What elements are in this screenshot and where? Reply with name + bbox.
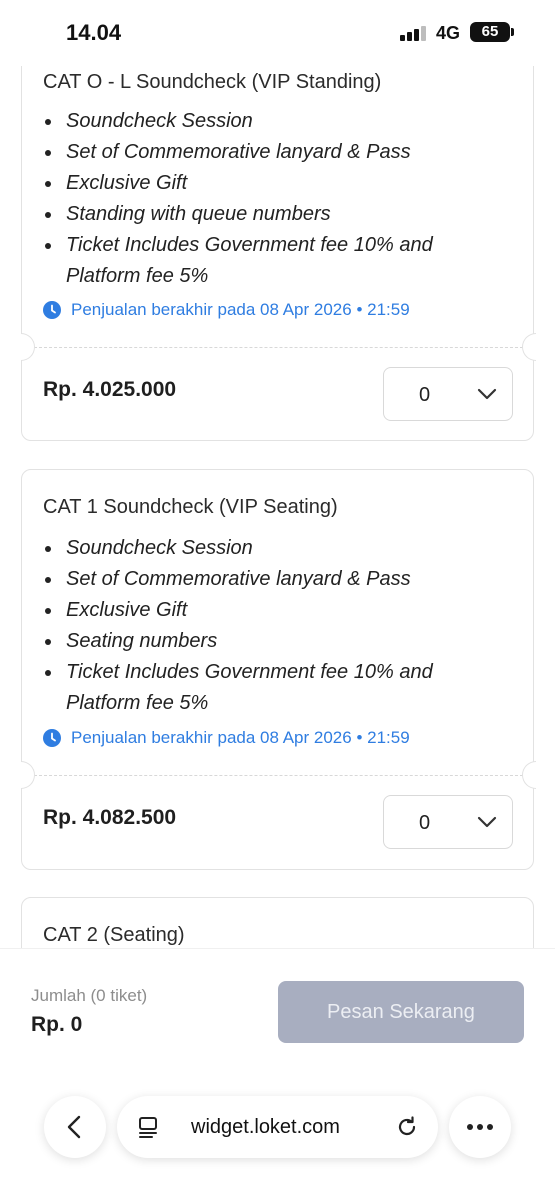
benefit-item: Exclusive Gift bbox=[43, 595, 503, 626]
benefit-list: Soundcheck Session Set of Commemorative … bbox=[43, 533, 503, 719]
cellular-signal-icon bbox=[400, 25, 428, 41]
chevron-left-icon bbox=[67, 1115, 81, 1139]
quantity-select[interactable]: 0 bbox=[383, 795, 513, 849]
benefit-item: Soundcheck Session bbox=[43, 533, 503, 564]
total-price: Rp. 0 bbox=[31, 1013, 83, 1036]
benefit-item: Standing with queue numbers bbox=[43, 199, 503, 230]
sales-deadline: Penjualan berakhir pada 08 Apr 2026 • 21… bbox=[43, 300, 410, 320]
reload-icon[interactable] bbox=[395, 1115, 419, 1139]
more-button[interactable] bbox=[449, 1096, 511, 1158]
deadline-text: Penjualan berakhir pada 08 Apr 2026 • 21… bbox=[71, 300, 410, 319]
battery-icon: 65 bbox=[470, 22, 514, 42]
benefit-list: Soundcheck Session Set of Commemorative … bbox=[43, 106, 503, 292]
battery-level: 65 bbox=[481, 23, 499, 40]
quantity-value: 0 bbox=[419, 384, 431, 406]
quantity-select[interactable]: 0 bbox=[383, 367, 513, 421]
page-menu-icon bbox=[139, 1117, 157, 1138]
clock-icon bbox=[43, 301, 61, 319]
sales-deadline: Penjualan berakhir pada 08 Apr 2026 • 21… bbox=[43, 728, 410, 748]
benefit-item: Ticket Includes Government fee 10% and P… bbox=[43, 657, 503, 719]
chevron-down-icon bbox=[477, 816, 497, 828]
url-text: widget.loket.com bbox=[191, 1116, 340, 1138]
ticket-card: CAT O - L Soundcheck (VIP Standing) Soun… bbox=[21, 0, 536, 441]
ticket-count-label: Jumlah (0 tiket) bbox=[31, 986, 148, 1005]
benefit-item: Set of Commemorative lanyard & Pass bbox=[43, 137, 503, 168]
benefit-item: Set of Commemorative lanyard & Pass bbox=[43, 564, 503, 595]
ticket-price: Rp. 4.082.500 bbox=[43, 806, 177, 829]
clock-icon bbox=[43, 729, 61, 747]
deadline-text: Penjualan berakhir pada 08 Apr 2026 • 21… bbox=[71, 728, 410, 747]
address-bar[interactable]: widget.loket.com bbox=[117, 1096, 438, 1158]
benefit-item: Exclusive Gift bbox=[43, 168, 503, 199]
ticket-price: Rp. 4.025.000 bbox=[43, 378, 177, 401]
more-icon bbox=[467, 1124, 493, 1130]
ticket-card: CAT 2 (Seating) bbox=[21, 897, 534, 948]
benefit-item: Ticket Includes Government fee 10% and P… bbox=[43, 230, 503, 292]
network-type: 4G bbox=[436, 23, 461, 43]
status-bar: 14.04 4G 65 bbox=[0, 0, 555, 66]
back-button[interactable] bbox=[44, 1096, 106, 1158]
ticket-title: CAT O - L Soundcheck (VIP Standing) bbox=[43, 71, 382, 93]
order-summary-bar: Jumlah (0 tiket) Rp. 0 Pesan Sekarang wi… bbox=[0, 948, 555, 1200]
ticket-title: CAT 1 Soundcheck (VIP Seating) bbox=[43, 496, 338, 518]
ticket-card: CAT 1 Soundcheck (VIP Seating) Soundchec… bbox=[21, 469, 536, 870]
benefit-item: Seating numbers bbox=[43, 626, 503, 657]
ticket-list[interactable]: CAT O - L Soundcheck (VIP Standing) Soun… bbox=[0, 0, 555, 948]
quantity-value: 0 bbox=[419, 812, 431, 834]
ticket-title: CAT 2 (Seating) bbox=[43, 924, 185, 946]
status-time: 14.04 bbox=[66, 20, 122, 45]
benefit-item: Soundcheck Session bbox=[43, 106, 503, 137]
chevron-down-icon bbox=[477, 388, 497, 400]
order-now-button[interactable]: Pesan Sekarang bbox=[278, 981, 524, 1043]
